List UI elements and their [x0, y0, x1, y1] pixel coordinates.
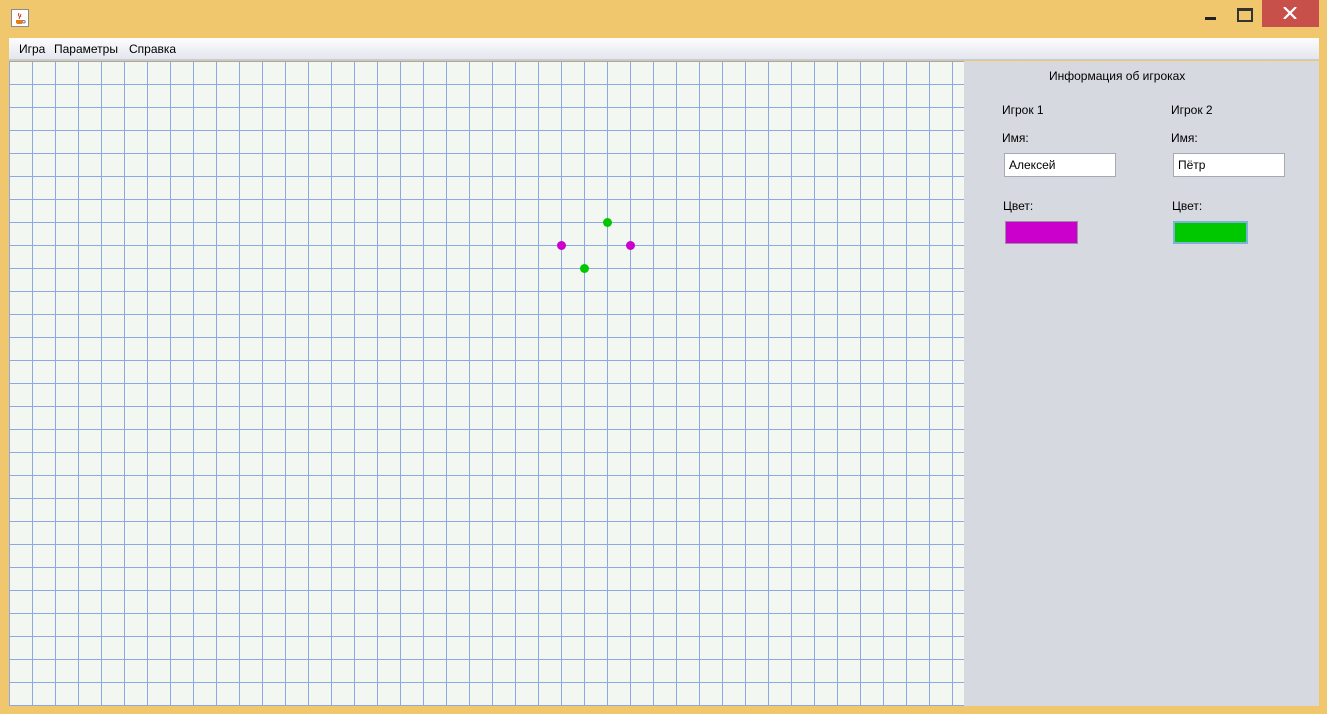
players-info-panel: Информация об игроках Игрок 1 Имя: Цвет:…	[964, 61, 1319, 706]
menu-help[interactable]: Справка	[129, 42, 176, 56]
game-board[interactable]	[9, 61, 964, 706]
player1-name-field[interactable]	[1004, 153, 1116, 177]
player1-header: Игрок 1	[1002, 103, 1044, 117]
minimize-button[interactable]	[1197, 0, 1223, 27]
close-icon	[1283, 7, 1297, 19]
maximize-button[interactable]	[1230, 0, 1257, 27]
panel-title: Информация об игроках	[1049, 69, 1186, 83]
player2-name-field[interactable]	[1173, 153, 1285, 177]
player1-name-label: Имя:	[1002, 131, 1029, 145]
point-player-2	[603, 218, 612, 227]
player1-color-label: Цвет:	[1003, 199, 1034, 213]
close-button[interactable]	[1262, 0, 1319, 27]
title-bar[interactable]	[0, 0, 1327, 36]
menu-parameters[interactable]: Параметры	[54, 42, 118, 56]
menu-bar: Игра Параметры Справка	[9, 38, 1319, 60]
player2-header: Игрок 2	[1171, 103, 1213, 117]
point-player-2	[580, 264, 589, 273]
player2-name-label: Имя:	[1171, 131, 1198, 145]
player2-color-label: Цвет:	[1172, 199, 1203, 213]
app-window: Игра Параметры Справка Информация об игр…	[0, 0, 1327, 714]
player1-color-button[interactable]	[1005, 221, 1078, 244]
java-cup-icon[interactable]	[11, 9, 29, 27]
point-player-1	[626, 241, 635, 250]
menu-game[interactable]: Игра	[19, 42, 45, 56]
point-player-1	[557, 241, 566, 250]
player2-color-button[interactable]	[1173, 221, 1248, 244]
